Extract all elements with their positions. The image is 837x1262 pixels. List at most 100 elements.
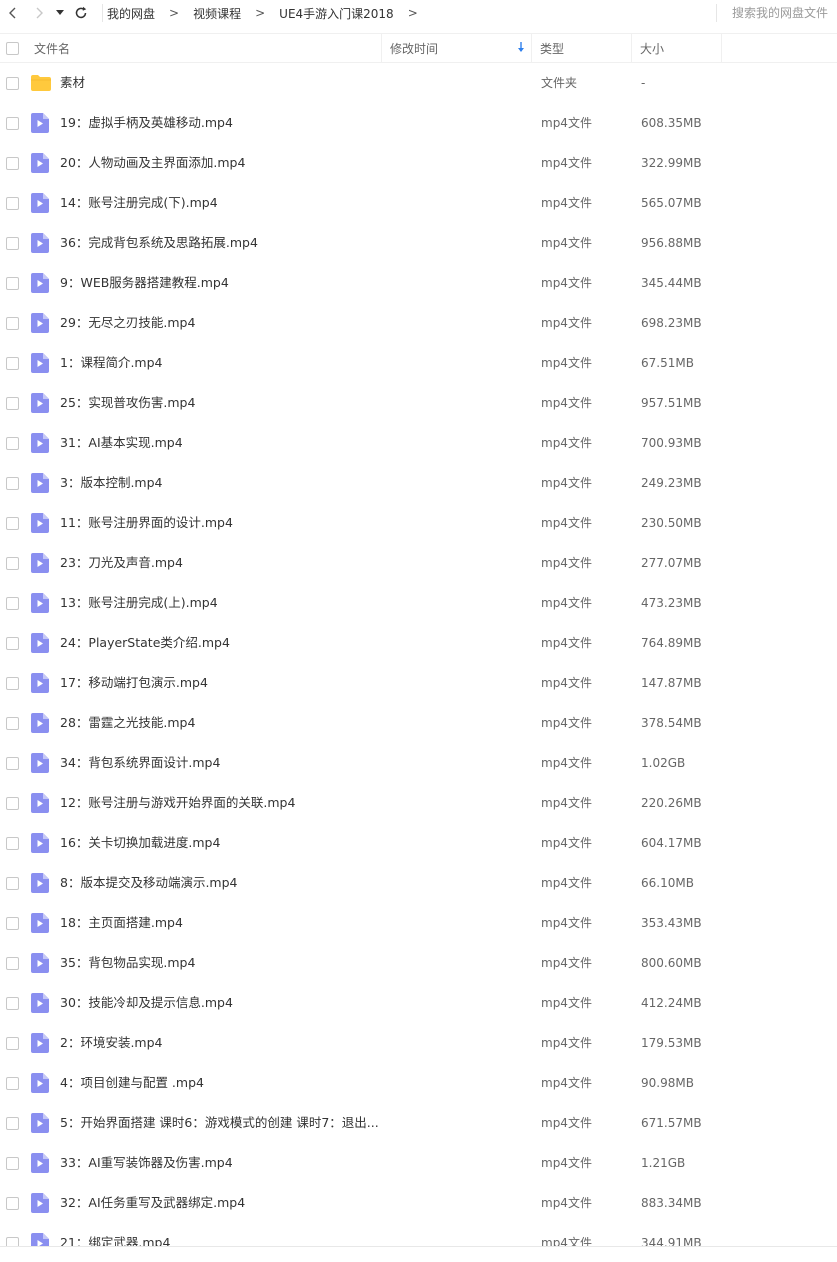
refresh-button[interactable]: [68, 0, 94, 26]
row-checkbox[interactable]: [6, 837, 19, 850]
file-row[interactable]: 19：虚拟手柄及英雄移动.mp4 mp4文件 608.35MB: [0, 103, 837, 143]
row-checkbox[interactable]: [6, 637, 19, 650]
column-header-name[interactable]: 文件名: [34, 34, 382, 62]
file-name[interactable]: 36：完成背包系统及思路拓展.mp4: [60, 235, 390, 251]
file-row[interactable]: 14：账号注册完成(下).mp4 mp4文件 565.07MB: [0, 183, 837, 223]
row-checkbox[interactable]: [6, 1197, 19, 1210]
file-name[interactable]: 33：AI重写装饰器及伤害.mp4: [60, 1155, 390, 1171]
file-name[interactable]: 21：绑定武器.mp4: [60, 1235, 390, 1246]
breadcrumb-item-video-courses[interactable]: 视频课程: [193, 5, 241, 22]
file-name[interactable]: 23：刀光及声音.mp4: [60, 555, 390, 571]
file-row[interactable]: 36：完成背包系统及思路拓展.mp4 mp4文件 956.88MB: [0, 223, 837, 263]
row-checkbox[interactable]: [6, 1037, 19, 1050]
file-name[interactable]: 素材: [60, 75, 390, 91]
file-name[interactable]: 1：课程简介.mp4: [60, 355, 390, 371]
file-row[interactable]: 34：背包系统界面设计.mp4 mp4文件 1.02GB: [0, 743, 837, 783]
row-checkbox[interactable]: [6, 797, 19, 810]
file-row[interactable]: 11：账号注册界面的设计.mp4 mp4文件 230.50MB: [0, 503, 837, 543]
row-checkbox[interactable]: [6, 877, 19, 890]
file-name[interactable]: 17：移动端打包演示.mp4: [60, 675, 390, 691]
column-header-type[interactable]: 类型: [540, 34, 632, 62]
file-name[interactable]: 35：背包物品实现.mp4: [60, 955, 390, 971]
file-name[interactable]: 30：技能冷却及提示信息.mp4: [60, 995, 390, 1011]
row-checkbox[interactable]: [6, 437, 19, 450]
row-checkbox[interactable]: [6, 677, 19, 690]
row-checkbox[interactable]: [6, 277, 19, 290]
file-row[interactable]: 8：版本提交及移动端演示.mp4 mp4文件 66.10MB: [0, 863, 837, 903]
row-checkbox[interactable]: [6, 757, 19, 770]
file-name[interactable]: 29：无尽之刃技能.mp4: [60, 315, 390, 331]
file-name[interactable]: 12：账号注册与游戏开始界面的关联.mp4: [60, 795, 390, 811]
breadcrumb-item-current-folder[interactable]: UE4手游入门课2018: [279, 5, 394, 22]
file-row[interactable]: 32：AI任务重写及武器绑定.mp4 mp4文件 883.34MB: [0, 1183, 837, 1223]
file-name[interactable]: 3：版本控制.mp4: [60, 475, 390, 491]
file-row[interactable]: 31：AI基本实现.mp4 mp4文件 700.93MB: [0, 423, 837, 463]
row-checkbox[interactable]: [6, 1077, 19, 1090]
history-dropdown-button[interactable]: [52, 0, 68, 26]
file-name[interactable]: 14：账号注册完成(下).mp4: [60, 195, 390, 211]
file-row[interactable]: 33：AI重写装饰器及伤害.mp4 mp4文件 1.21GB: [0, 1143, 837, 1183]
file-name[interactable]: 34：背包系统界面设计.mp4: [60, 755, 390, 771]
file-name[interactable]: 31：AI基本实现.mp4: [60, 435, 390, 451]
back-button[interactable]: [0, 0, 26, 26]
breadcrumb-item-my-disk[interactable]: 我的网盘: [107, 5, 155, 22]
file-row[interactable]: 29：无尽之刃技能.mp4 mp4文件 698.23MB: [0, 303, 837, 343]
file-name[interactable]: 19：虚拟手柄及英雄移动.mp4: [60, 115, 390, 131]
file-row[interactable]: 3：版本控制.mp4 mp4文件 249.23MB: [0, 463, 837, 503]
search-input[interactable]: [724, 3, 836, 23]
file-row[interactable]: 17：移动端打包演示.mp4 mp4文件 147.87MB: [0, 663, 837, 703]
file-name[interactable]: 28：雷霆之光技能.mp4: [60, 715, 390, 731]
select-all-checkbox[interactable]: [6, 41, 19, 55]
file-row[interactable]: 素材 文件夹 -: [0, 63, 837, 103]
file-row[interactable]: 24：PlayerState类介绍.mp4 mp4文件 764.89MB: [0, 623, 837, 663]
row-checkbox[interactable]: [6, 997, 19, 1010]
file-row[interactable]: 4：项目创建与配置 .mp4 mp4文件 90.98MB: [0, 1063, 837, 1103]
file-row[interactable]: 9：WEB服务器搭建教程.mp4 mp4文件 345.44MB: [0, 263, 837, 303]
file-name[interactable]: 4：项目创建与配置 .mp4: [60, 1075, 390, 1091]
row-checkbox[interactable]: [6, 237, 19, 250]
file-row[interactable]: 13：账号注册完成(上).mp4 mp4文件 473.23MB: [0, 583, 837, 623]
file-row[interactable]: 16：关卡切换加载进度.mp4 mp4文件 604.17MB: [0, 823, 837, 863]
file-name[interactable]: 24：PlayerState类介绍.mp4: [60, 635, 390, 651]
file-name[interactable]: 25：实现普攻伤害.mp4: [60, 395, 390, 411]
row-checkbox[interactable]: [6, 597, 19, 610]
row-checkbox[interactable]: [6, 477, 19, 490]
file-name[interactable]: 20：人物动画及主界面添加.mp4: [60, 155, 390, 171]
column-header-size[interactable]: 大小: [640, 34, 722, 62]
file-row[interactable]: 28：雷霆之光技能.mp4 mp4文件 378.54MB: [0, 703, 837, 743]
row-checkbox[interactable]: [6, 957, 19, 970]
file-row[interactable]: 2：环境安装.mp4 mp4文件 179.53MB: [0, 1023, 837, 1063]
file-row[interactable]: 23：刀光及声音.mp4 mp4文件 277.07MB: [0, 543, 837, 583]
row-checkbox[interactable]: [6, 197, 19, 210]
row-checkbox[interactable]: [6, 557, 19, 570]
row-checkbox[interactable]: [6, 397, 19, 410]
row-checkbox[interactable]: [6, 357, 19, 370]
row-checkbox[interactable]: [6, 717, 19, 730]
row-checkbox[interactable]: [6, 317, 19, 330]
row-checkbox[interactable]: [6, 1157, 19, 1170]
row-checkbox[interactable]: [6, 157, 19, 170]
file-name[interactable]: 5：开始界面搭建 课时6：游戏模式的创建 课时7：退出...: [60, 1115, 390, 1131]
row-checkbox[interactable]: [6, 77, 19, 90]
row-checkbox[interactable]: [6, 517, 19, 530]
file-row[interactable]: 1：课程简介.mp4 mp4文件 67.51MB: [0, 343, 837, 383]
file-row[interactable]: 18：主页面搭建.mp4 mp4文件 353.43MB: [0, 903, 837, 943]
row-checkbox[interactable]: [6, 117, 19, 130]
file-name[interactable]: 9：WEB服务器搭建教程.mp4: [60, 275, 390, 291]
file-row[interactable]: 25：实现普攻伤害.mp4 mp4文件 957.51MB: [0, 383, 837, 423]
file-name[interactable]: 16：关卡切换加载进度.mp4: [60, 835, 390, 851]
row-checkbox[interactable]: [6, 1237, 19, 1246]
file-name[interactable]: 13：账号注册完成(上).mp4: [60, 595, 390, 611]
row-checkbox[interactable]: [6, 917, 19, 930]
forward-button[interactable]: [26, 0, 52, 26]
file-row[interactable]: 35：背包物品实现.mp4 mp4文件 800.60MB: [0, 943, 837, 983]
row-checkbox[interactable]: [6, 1117, 19, 1130]
file-row[interactable]: 5：开始界面搭建 课时6：游戏模式的创建 课时7：退出... mp4文件 671.5…: [0, 1103, 837, 1143]
file-row[interactable]: 21：绑定武器.mp4 mp4文件 344.91MB: [0, 1223, 837, 1246]
file-row[interactable]: 20：人物动画及主界面添加.mp4 mp4文件 322.99MB: [0, 143, 837, 183]
file-row[interactable]: 12：账号注册与游戏开始界面的关联.mp4 mp4文件 220.26MB: [0, 783, 837, 823]
file-name[interactable]: 32：AI任务重写及武器绑定.mp4: [60, 1195, 390, 1211]
column-header-mtime[interactable]: 修改时间: [390, 34, 532, 62]
file-name[interactable]: 8：版本提交及移动端演示.mp4: [60, 875, 390, 891]
file-name[interactable]: 2：环境安装.mp4: [60, 1035, 390, 1051]
